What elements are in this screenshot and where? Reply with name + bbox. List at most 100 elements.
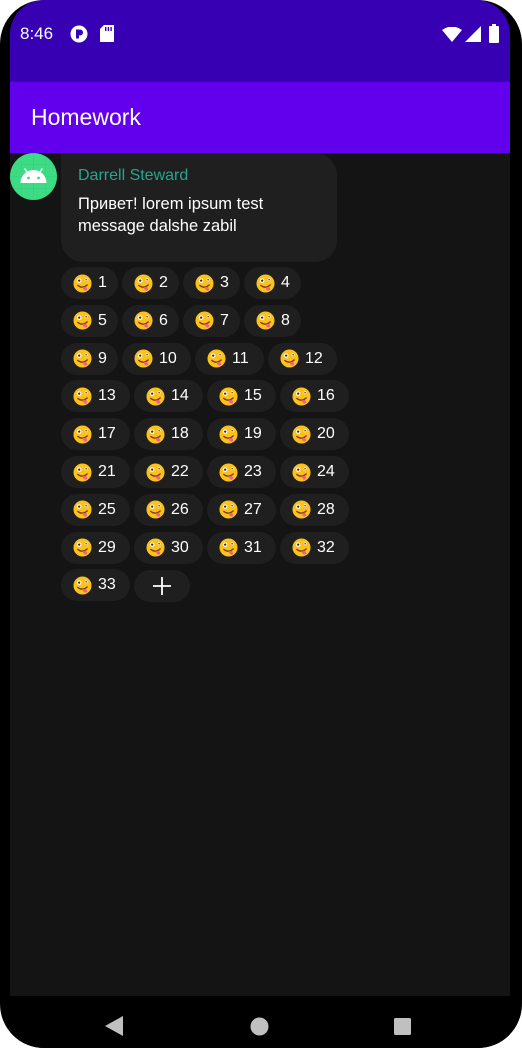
- reaction-chip[interactable]: 11: [195, 342, 264, 375]
- reaction-chip[interactable]: 29: [61, 531, 130, 564]
- zany-face-icon: [292, 500, 311, 519]
- reaction-chip[interactable]: 8: [244, 304, 301, 337]
- reaction-count: 1: [98, 274, 107, 291]
- reaction-count: 27: [244, 500, 262, 518]
- reaction-count: 3: [220, 274, 229, 291]
- zany-face-icon: [256, 273, 275, 293]
- reaction-chip[interactable]: 14: [134, 380, 203, 413]
- zany-face-icon: [73, 576, 92, 595]
- android-icon: [10, 153, 57, 200]
- add-reaction-button[interactable]: [134, 570, 190, 602]
- reaction-chip[interactable]: 13: [61, 380, 130, 413]
- zany-face-icon: [219, 500, 238, 519]
- reaction-chip[interactable]: 26: [134, 493, 203, 526]
- reaction-count: 2: [159, 274, 168, 291]
- zany-face-icon: [73, 425, 92, 444]
- back-icon[interactable]: [105, 1016, 123, 1036]
- wifi-icon: [442, 27, 462, 42]
- reaction-chip[interactable]: 16: [280, 380, 349, 413]
- zany-face-icon: [134, 349, 153, 368]
- reaction-count: 16: [317, 387, 335, 405]
- reaction-count: 5: [98, 311, 107, 329]
- status-time: 8:46: [20, 24, 54, 43]
- reaction-chip[interactable]: 25: [61, 493, 130, 526]
- reaction-chip[interactable]: 28: [280, 493, 349, 526]
- reaction-count: 10: [159, 349, 177, 367]
- reaction-count: 32: [317, 538, 335, 556]
- reaction-count: 15: [244, 387, 262, 405]
- reaction-count: 23: [244, 463, 262, 480]
- reaction-chip[interactable]: 27: [207, 493, 276, 526]
- battery-icon: [489, 24, 499, 43]
- reaction-count: 18: [171, 425, 189, 443]
- reaction-chip[interactable]: 3: [183, 267, 240, 299]
- plus-icon: [153, 577, 171, 595]
- reaction-chip[interactable]: 33: [61, 569, 130, 602]
- reaction-chip[interactable]: 9: [61, 342, 118, 375]
- home-icon[interactable]: [250, 1017, 269, 1036]
- device-frame: 8:46 Homework Darrell Steward Привет! lo…: [0, 0, 522, 1048]
- zany-face-icon: [219, 462, 238, 482]
- reaction-count: 24: [317, 463, 335, 480]
- reaction-count: 4: [281, 274, 290, 291]
- reaction-count: 20: [317, 425, 335, 443]
- reaction-chip[interactable]: 1: [61, 267, 118, 299]
- reaction-chip[interactable]: 20: [280, 418, 349, 451]
- reaction-chip[interactable]: 22: [134, 456, 203, 488]
- reaction-chip[interactable]: 17: [61, 418, 130, 451]
- reaction-chip[interactable]: 18: [134, 418, 203, 451]
- message-bubble[interactable]: Darrell Steward Привет! lorem ipsum test…: [61, 153, 337, 262]
- avatar[interactable]: [10, 153, 57, 200]
- zany-face-icon: [292, 425, 311, 444]
- zany-face-icon: [219, 387, 238, 406]
- reaction-chip[interactable]: 15: [207, 380, 276, 413]
- reaction-count: 12: [305, 349, 323, 367]
- zany-face-icon: [73, 500, 92, 519]
- zany-face-icon: [146, 538, 165, 557]
- reaction-count: 8: [281, 311, 290, 329]
- zany-face-icon: [292, 538, 311, 557]
- reaction-chip[interactable]: 10: [122, 342, 191, 375]
- reaction-chip[interactable]: 24: [280, 456, 349, 488]
- zany-face-icon: [146, 425, 165, 444]
- reaction-chip[interactable]: 4: [244, 267, 301, 299]
- reaction-count: 17: [98, 425, 116, 443]
- reaction-chip[interactable]: 23: [207, 456, 276, 488]
- zany-face-icon: [219, 425, 238, 444]
- navigation-bar: [10, 996, 510, 1048]
- zany-face-icon: [73, 311, 92, 330]
- reaction-chip[interactable]: 12: [268, 342, 337, 375]
- reaction-chip[interactable]: 19: [207, 418, 276, 451]
- reaction-count: 7: [220, 311, 229, 329]
- reaction-count: 33: [98, 576, 116, 594]
- zany-face-icon: [292, 387, 311, 406]
- zany-face-icon: [219, 538, 238, 557]
- zany-face-icon: [134, 273, 153, 293]
- status-bar: 8:46: [10, 0, 510, 82]
- reaction-count: 30: [171, 538, 189, 556]
- reaction-count: 25: [98, 500, 116, 518]
- reaction-chip[interactable]: 32: [280, 531, 349, 564]
- reaction-count: 9: [98, 349, 107, 367]
- app-bar-title: Homework: [31, 104, 141, 130]
- reaction-chip[interactable]: 30: [134, 531, 203, 564]
- message-author: Darrell Steward: [78, 167, 189, 184]
- reaction-chip[interactable]: 6: [122, 304, 179, 337]
- play-store-icon: [70, 25, 88, 43]
- recents-icon[interactable]: [394, 1018, 411, 1035]
- reaction-chip[interactable]: 5: [61, 304, 118, 337]
- reaction-chip[interactable]: 7: [183, 304, 240, 337]
- app-bar: Homework: [10, 82, 510, 153]
- reaction-count: 19: [244, 425, 262, 443]
- zany-face-icon: [134, 311, 153, 330]
- chat-content[interactable]: Darrell Steward Привет! lorem ipsum test…: [10, 153, 510, 996]
- message-text: Привет! lorem ipsum test message dalshe …: [78, 195, 264, 235]
- reaction-chip[interactable]: 2: [122, 267, 179, 299]
- reaction-count: 13: [98, 387, 116, 405]
- reaction-count: 14: [171, 387, 189, 405]
- zany-face-icon: [73, 349, 92, 368]
- zany-face-icon: [195, 273, 214, 293]
- reaction-chip[interactable]: 31: [207, 531, 276, 564]
- reaction-chip[interactable]: 21: [61, 456, 130, 488]
- zany-face-icon: [292, 462, 311, 482]
